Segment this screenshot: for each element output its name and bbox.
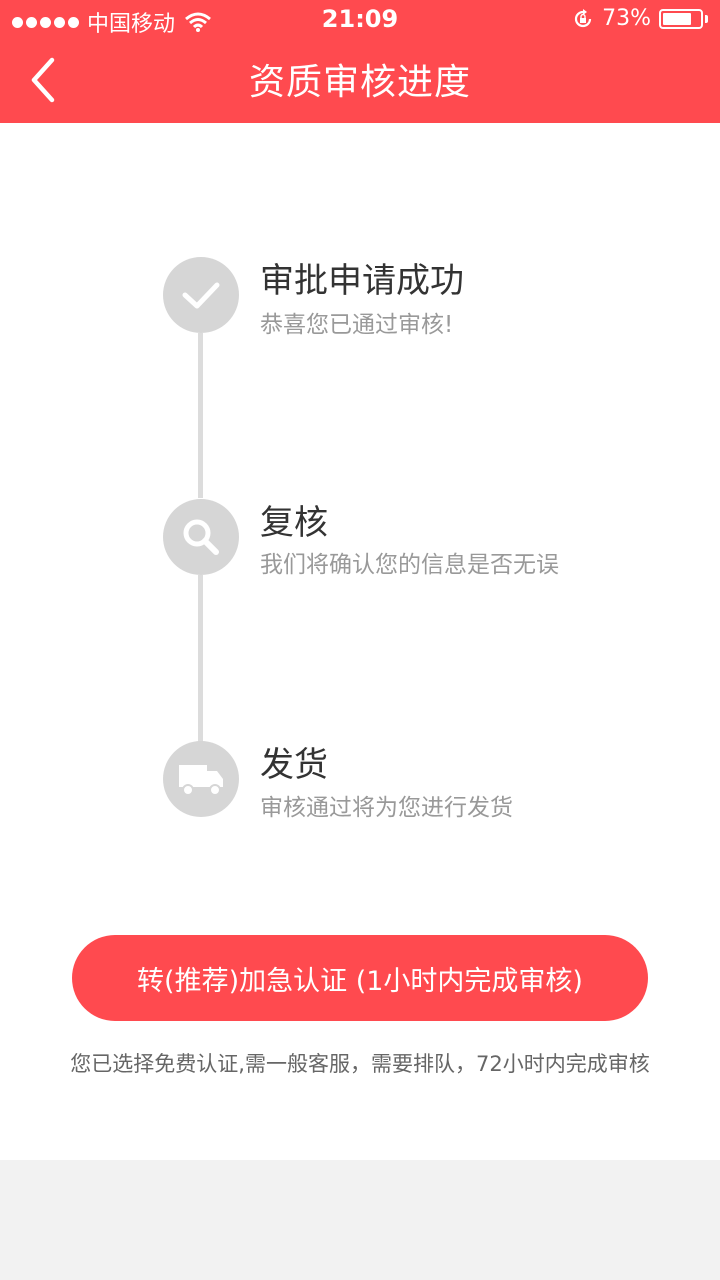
battery-tip: [705, 14, 708, 23]
step-review-search-icon: [163, 499, 239, 575]
step-description: 恭喜您已通过审核!: [260, 312, 454, 338]
step-title: 复核: [260, 503, 328, 543]
step-description: 我们将确认您的信息是否无误: [260, 552, 559, 578]
timeline-connector: [198, 333, 203, 498]
step-title: 审批申请成功: [260, 261, 464, 301]
step-approved-check-icon: [163, 257, 239, 333]
battery-percent: 73%: [602, 6, 651, 31]
rotation-lock-icon: [575, 8, 592, 27]
step-shipping-truck-icon: [163, 741, 239, 817]
progress-content: 审批申请成功 恭喜您已通过审核! 复核 我们将确认您的信息是否无误 发货 审核通…: [0, 123, 720, 1160]
page-title: 资质审核进度: [248, 62, 471, 103]
step-title: 发货: [260, 745, 328, 785]
status-bar: 中国移动 21:09 73%: [0, 0, 720, 40]
timeline-connector: [198, 575, 203, 745]
free-verification-note: 您已选择免费认证,需一般客服，需要排队，72小时内完成审核: [70, 1052, 650, 1076]
battery-icon: [659, 8, 703, 29]
expedite-verification-button[interactable]: 转(推荐)加急认证 (1小时内完成审核): [72, 935, 648, 1021]
step-description: 审核通过将为您进行发货: [260, 795, 513, 821]
app-header: 中国移动 21:09 73% 资质审核进度: [0, 0, 720, 123]
